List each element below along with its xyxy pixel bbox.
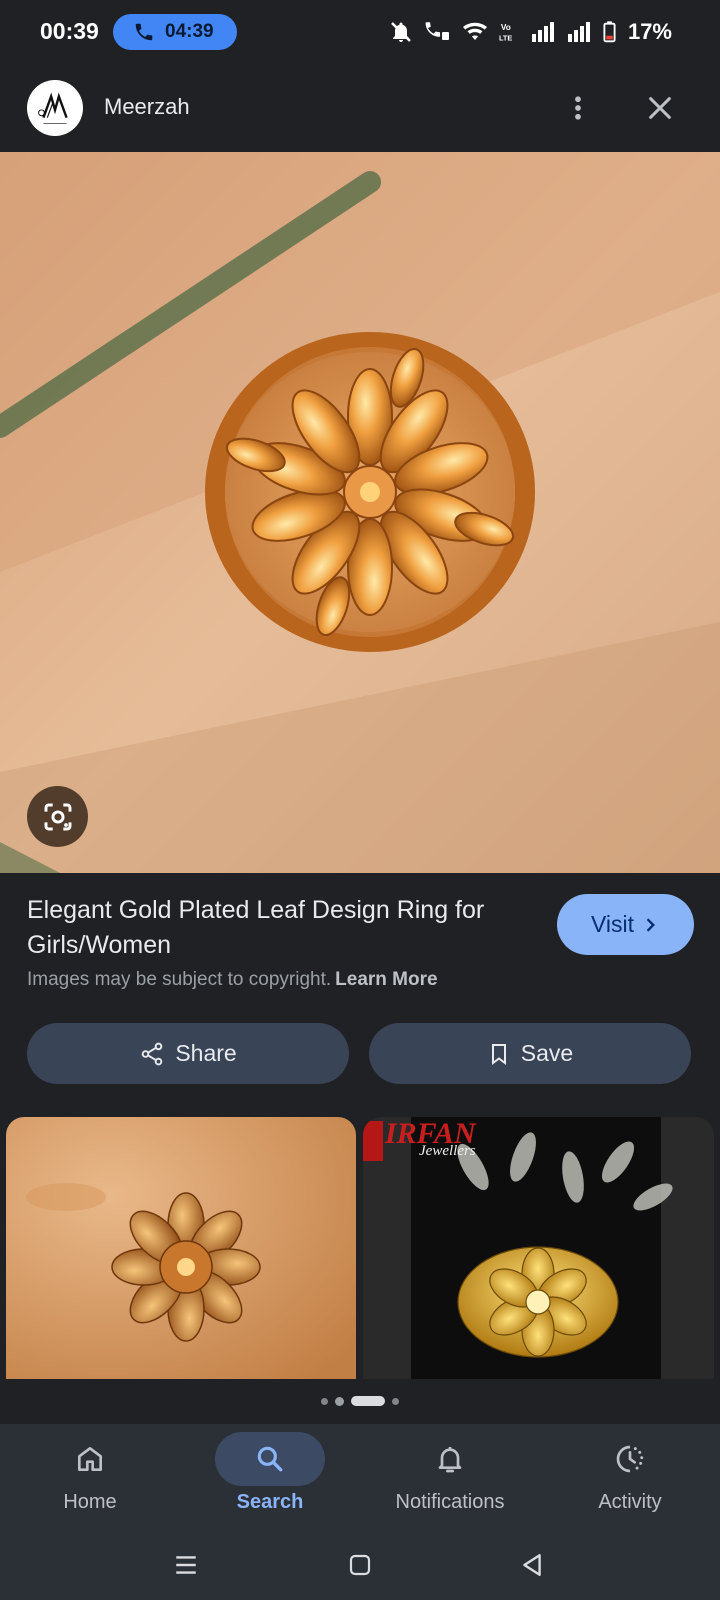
image-title: Elegant Gold Plated Leaf Design Ring for… [27,896,485,959]
ongoing-call-pill[interactable]: 04:39 [113,14,237,50]
battery-percentage: 17% [627,19,672,44]
copyright-notice: Images may be subject to copyright. Learn… [27,969,438,991]
phone-icon [135,23,153,41]
bell-icon [438,1447,462,1473]
menu-icon [176,1556,196,1574]
page-dot-active [351,1396,385,1406]
svg-text:LTE: LTE [499,33,512,42]
share-label: Share [175,1040,237,1066]
nav-search-label: Search [236,1491,304,1513]
page-dot [335,1396,344,1406]
system-navigation-bar [0,1530,720,1600]
wifi-icon [462,22,487,40]
page-dot [392,1397,399,1405]
nav-notifications-label: Notifications [395,1491,505,1513]
visit-label: Visit [590,911,635,937]
recent-apps-button[interactable] [166,1550,206,1580]
related-jewellery-photo [363,1117,714,1379]
related-image-card[interactable]: IRFAN Jewellers [363,1117,714,1379]
signal-icon [567,22,590,42]
signal-icon [531,22,554,42]
svg-text:Vo: Vo [501,23,511,32]
related-image-card[interactable] [6,1117,356,1379]
save-label: Save [520,1040,574,1066]
square-icon [349,1554,371,1576]
nav-notifications[interactable]: Notifications [360,1424,540,1530]
share-icon [142,1042,163,1065]
google-lens-button[interactable] [27,786,88,847]
chevron-right-icon [646,917,655,932]
bottom-navigation: Home Search Notifications Activity [0,1424,720,1530]
site-avatar[interactable] [27,80,83,136]
nav-home[interactable]: Home [0,1424,180,1530]
close-icon [649,97,671,119]
share-button[interactable]: Share [27,1023,349,1084]
related-ring-photo [6,1117,356,1379]
visit-button[interactable]: Visit [557,894,694,955]
home-system-button[interactable] [340,1550,380,1580]
nav-search[interactable]: Search [180,1424,360,1530]
home-icon [78,1447,102,1471]
nav-activity-label: Activity [598,1491,662,1513]
google-lens-icon [44,803,71,830]
copyright-text: Images may be subject to copyright. [27,969,332,990]
nav-home-label: Home [63,1491,117,1513]
main-product-image[interactable] [0,152,720,873]
more-options-button[interactable] [560,86,596,130]
close-button[interactable] [638,86,682,130]
mute-icon [391,22,411,42]
more-vert-icon [575,96,581,120]
ring-photo [0,152,720,873]
brand-subtitle: Jewellers [419,1143,476,1159]
status-icons: Vo LTE 17% [389,18,672,46]
status-time: 00:39 [40,18,99,44]
learn-more-link[interactable]: Learn More [335,969,437,990]
battery-icon [603,21,616,43]
call-duration: 04:39 [165,21,214,42]
meerzah-logo-icon [38,92,68,124]
carousel-indicator [0,1396,720,1406]
wifi-call-icon [425,22,449,40]
volte-icon: VoLTE [499,23,512,42]
status-bar: 00:39 04:39 Vo LTE 17% [0,0,720,64]
page-dot [321,1397,328,1405]
site-name[interactable]: Meerzah [104,94,190,120]
search-icon [257,1446,283,1472]
nav-activity[interactable]: Activity [540,1424,720,1530]
bookmark-icon [491,1043,506,1065]
back-button[interactable] [512,1550,552,1580]
save-button[interactable]: Save [369,1023,691,1084]
activity-icon [616,1445,644,1473]
back-triangle-icon [523,1554,541,1576]
result-header: Meerzah [0,64,720,152]
